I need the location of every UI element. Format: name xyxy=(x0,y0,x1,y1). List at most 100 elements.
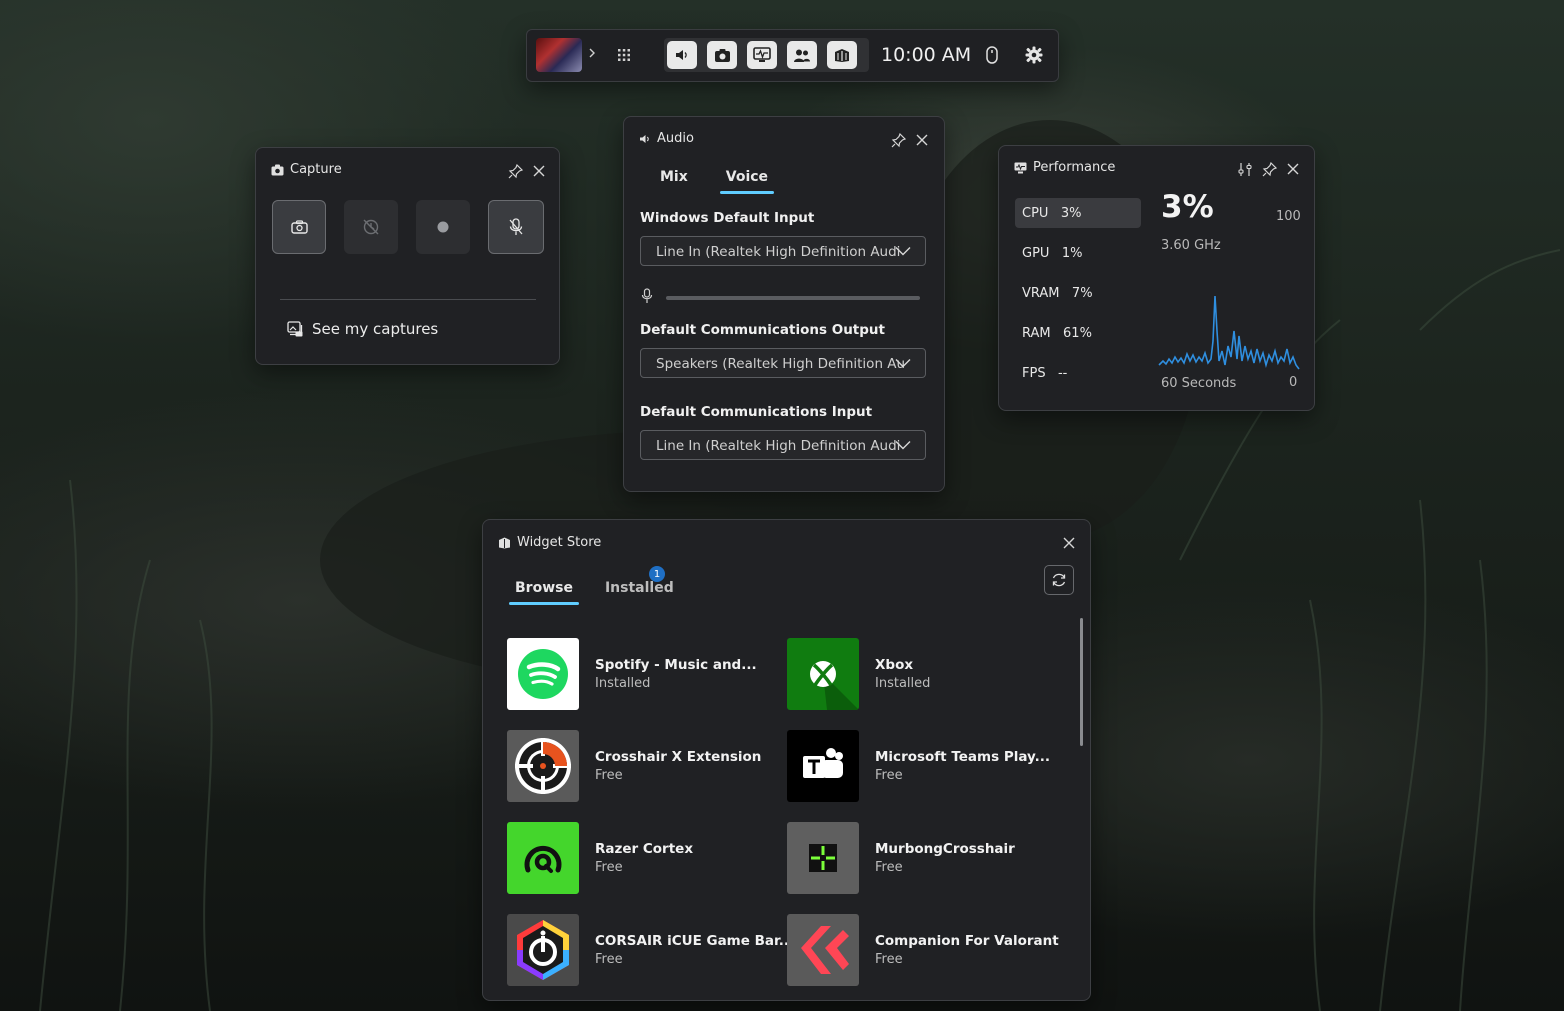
audio-header: Audio xyxy=(639,131,694,146)
widget-menu-grid-icon[interactable] xyxy=(617,48,631,62)
social-icon xyxy=(794,49,810,62)
cpu-frequency: 3.60 GHz xyxy=(1161,238,1221,253)
comm-input-label: Default Communications Input xyxy=(640,404,873,420)
corsair-icue-logo-icon xyxy=(507,914,579,986)
audio-widget: Audio Mix Voice Windows Default Input Li… xyxy=(623,116,945,492)
record-last-30-button[interactable] xyxy=(344,200,398,254)
stat-name: GPU xyxy=(1022,245,1050,261)
item-status: Free xyxy=(595,860,623,875)
comm-input-select[interactable]: Line In (Realtek High Definition Audi xyxy=(640,430,926,460)
windows-default-input-select[interactable]: Line In (Realtek High Definition Audi xyxy=(640,236,926,266)
item-name: Companion For Valorant xyxy=(875,933,1059,949)
stat-fps[interactable]: FPS -- xyxy=(1015,358,1141,388)
store-item-spotify[interactable]: Spotify - Music and... Installed xyxy=(507,638,757,710)
widget-store-toggle-button[interactable] xyxy=(827,41,857,69)
item-name: MurbongCrosshair xyxy=(875,841,1015,857)
clock: 10:00 AM xyxy=(881,44,972,66)
spotify-logo-icon xyxy=(507,638,579,710)
see-my-captures-label: See my captures xyxy=(312,320,439,338)
camera-icon xyxy=(290,220,308,234)
capture-divider xyxy=(280,299,536,300)
refresh-icon xyxy=(1052,573,1066,587)
screenshot-button[interactable] xyxy=(272,200,326,254)
store-item-murbong-crosshair[interactable]: MurbongCrosshair Free xyxy=(787,822,1015,894)
performance-title: Performance xyxy=(1033,160,1116,175)
close-icon[interactable] xyxy=(1060,534,1078,552)
options-sliders-icon[interactable] xyxy=(1236,160,1254,178)
comm-output-select[interactable]: Speakers (Realtek High Definition Au xyxy=(640,348,926,378)
chevron-down-icon xyxy=(895,358,911,368)
stat-name: CPU xyxy=(1022,205,1049,221)
audio-title: Audio xyxy=(657,131,694,146)
store-item-companion-valorant[interactable]: Companion For Valorant Free xyxy=(787,914,1059,986)
performance-icon xyxy=(1014,162,1027,173)
store-tabs: Browse Installed xyxy=(509,580,674,605)
profile-avatar[interactable] xyxy=(536,38,582,72)
record-last-icon xyxy=(363,219,379,235)
start-recording-button[interactable] xyxy=(416,200,470,254)
chevron-right-icon[interactable] xyxy=(588,47,596,59)
mic-toggle-button[interactable] xyxy=(488,200,544,254)
store-item-razer-cortex[interactable]: Razer Cortex Free xyxy=(507,822,693,894)
game-bar-home: 10:00 AM xyxy=(526,29,1059,82)
stat-cpu[interactable]: CPU 3% xyxy=(1015,198,1141,228)
tab-mix[interactable]: Mix xyxy=(660,169,688,185)
scrollbar[interactable] xyxy=(1080,618,1083,746)
tab-browse[interactable]: Browse xyxy=(509,580,579,605)
stat-ram[interactable]: RAM 61% xyxy=(1015,318,1141,348)
chevron-down-icon xyxy=(895,246,911,256)
store-item-corsair-icue[interactable]: CORSAIR iCUE Game Bar... Free xyxy=(507,914,794,986)
cpu-usage-big: 3% xyxy=(1161,189,1214,225)
item-name: CORSAIR iCUE Game Bar... xyxy=(595,933,795,949)
audio-icon xyxy=(640,134,649,143)
pin-icon[interactable] xyxy=(1260,160,1278,178)
mouse-icon[interactable] xyxy=(986,46,998,64)
capture-toggle-button[interactable] xyxy=(707,41,737,69)
murbong-crosshair-logo-icon xyxy=(787,822,859,894)
stat-value: -- xyxy=(1057,365,1068,381)
audio-icon xyxy=(676,50,687,60)
comm-input-value: Line In (Realtek High Definition Audi xyxy=(656,438,901,454)
stat-gpu[interactable]: GPU 1% xyxy=(1015,238,1141,268)
pin-icon[interactable] xyxy=(889,131,907,149)
camera-icon xyxy=(714,48,730,62)
item-status: Installed xyxy=(595,676,651,691)
widget-toggle-group xyxy=(664,38,869,72)
xbox-logo-icon xyxy=(787,638,859,710)
settings-gear-icon[interactable] xyxy=(1025,46,1043,64)
stat-value: 7% xyxy=(1071,285,1093,301)
tab-installed[interactable]: Installed xyxy=(605,580,674,596)
audio-toggle-button[interactable] xyxy=(667,41,697,69)
store-item-teams[interactable]: Microsoft Teams Play... Free xyxy=(787,730,1050,802)
input-volume-slider[interactable] xyxy=(666,296,920,300)
audio-tabs: Mix Voice xyxy=(660,169,775,194)
close-icon[interactable] xyxy=(530,162,548,180)
widget-store-title: Widget Store xyxy=(517,535,602,550)
performance-widget: Performance CPU 3% GPU 1% VRAM 7% RAM 61… xyxy=(998,145,1315,411)
graph-min-label: 0 xyxy=(1289,375,1298,390)
stat-vram[interactable]: VRAM 7% xyxy=(1015,278,1141,308)
teams-logo-icon xyxy=(787,730,859,802)
store-item-xbox[interactable]: Xbox Installed xyxy=(787,638,930,710)
store-item-crosshair-x[interactable]: Crosshair X Extension Free xyxy=(507,730,761,802)
tab-voice[interactable]: Voice xyxy=(719,169,775,194)
see-my-captures-link[interactable]: See my captures xyxy=(287,320,438,338)
comm-output-label: Default Communications Output xyxy=(640,322,885,338)
close-icon[interactable] xyxy=(913,131,931,149)
graph-time-window: 60 Seconds xyxy=(1161,376,1237,391)
graph-max-label: 100 xyxy=(1276,209,1301,224)
capture-widget: Capture See my captures xyxy=(255,147,560,365)
social-toggle-button[interactable] xyxy=(787,41,817,69)
item-status: Free xyxy=(875,952,903,967)
cpu-usage-graph xyxy=(1158,295,1300,370)
performance-toggle-button[interactable] xyxy=(747,41,777,69)
companion-valorant-logo-icon xyxy=(787,914,859,986)
item-name: Spotify - Music and... xyxy=(595,657,757,673)
item-status: Free xyxy=(595,768,623,783)
pin-icon[interactable] xyxy=(506,162,524,180)
stat-value: 61% xyxy=(1063,325,1092,341)
refresh-button[interactable] xyxy=(1044,565,1074,595)
item-name: Crosshair X Extension xyxy=(595,749,762,765)
capture-title: Capture xyxy=(290,162,342,177)
close-icon[interactable] xyxy=(1284,160,1302,178)
